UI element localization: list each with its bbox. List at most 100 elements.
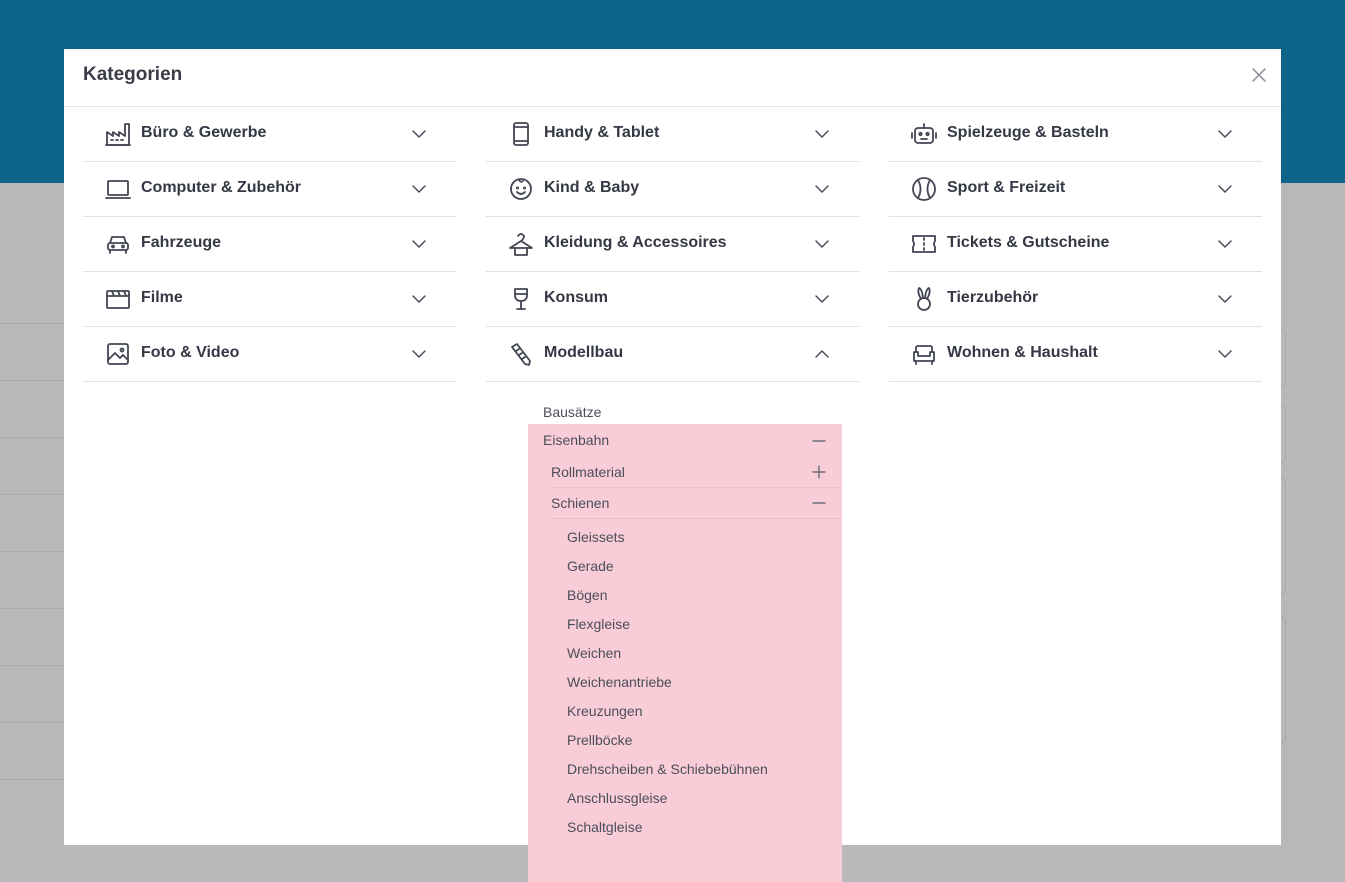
category-tierzubehoer[interactable]: Tierzubehör [889,272,1262,327]
smartphone-icon [508,121,534,147]
category-label: Computer & Zubehör [141,179,301,196]
category-sport-freizeit[interactable]: Sport & Freizeit [889,162,1262,217]
modal-title: Kategorien [83,64,183,85]
background-divider [0,494,64,495]
subcategory-label: Schaltgleise [567,819,643,835]
subcategory-label: Weichen [567,645,622,661]
chevron-down-icon [1217,346,1233,362]
chevron-down-icon [814,181,830,197]
laptop-icon [105,176,131,202]
background-field [1281,330,1286,388]
subcategory-label: Drehscheiben & Schiebebühnen [567,761,768,777]
close-button[interactable] [1249,65,1269,85]
baseball-icon [911,176,937,202]
category-label: Modellbau [544,344,624,361]
category-foto-video[interactable]: Foto & Video [83,327,456,382]
chevron-down-icon [411,291,427,307]
categories-modal: Kategorien Büro & Gewerbe Computer & Zub… [64,49,1281,882]
chevron-up-icon [814,346,830,362]
subcategory-item[interactable]: Bögen [528,581,842,610]
modellbau-subcategories: Bausätze Eisenbahn Rollmaterial Schienen… [528,391,842,882]
background-divider [0,551,64,552]
subcategory-label: Gleissets [567,529,625,545]
background-divider [0,608,64,609]
subcategory-item[interactable]: Prellböcke [528,726,842,755]
subcategory-schienen[interactable]: Schienen [551,488,842,519]
baby-face-icon [508,176,534,202]
background-divider [0,722,64,723]
subcategory-item[interactable]: Gleissets [528,523,842,552]
subcategory-item[interactable]: Anschlussgleise [528,784,842,813]
chevron-down-icon [814,126,830,142]
category-buero-gewerbe[interactable]: Büro & Gewerbe [83,107,456,162]
subcategory-bausaetze[interactable]: Bausätze [528,391,842,424]
chevron-down-icon [411,346,427,362]
category-label: Filme [141,289,183,306]
subcategory-label: Eisenbahn [543,432,610,448]
wine-glass-icon [508,286,534,312]
subcategory-eisenbahn-group: Eisenbahn Rollmaterial Schienen Gleisset… [528,424,842,882]
category-column-3: Spielzeuge & Basteln Sport & Freizeit Ti… [889,107,1262,382]
subcategory-item[interactable]: Weichen [528,639,842,668]
close-icon [1252,68,1266,82]
subcategory-eisenbahn[interactable]: Eisenbahn [528,424,842,457]
chevron-down-icon [411,181,427,197]
chevron-down-icon [411,236,427,252]
category-konsum[interactable]: Konsum [486,272,859,327]
minus-icon[interactable] [812,434,826,448]
category-filme[interactable]: Filme [83,272,456,327]
category-kleidung-accessoires[interactable]: Kleidung & Accessoires [486,217,859,272]
background-divider [0,665,64,666]
subcategory-item[interactable]: Schaltgleise [528,813,842,842]
category-computer-zubehoer[interactable]: Computer & Zubehör [83,162,456,217]
background-divider [0,437,64,438]
subcategory-label: Rollmaterial [551,464,625,480]
background-field [1281,478,1286,594]
ticket-icon [911,231,937,257]
modal-header: Kategorien [64,49,1281,107]
subcategory-label: Kreuzungen [567,703,643,719]
chevron-down-icon [814,236,830,252]
background-divider [0,779,64,780]
plus-icon[interactable] [812,465,826,479]
category-label: Spielzeuge & Basteln [947,124,1109,141]
subcategory-item[interactable]: Drehscheiben & Schiebebühnen [528,755,842,784]
subcategory-label: Bögen [567,587,608,603]
rabbit-icon [911,286,937,312]
category-label: Kind & Baby [544,179,640,196]
category-fahrzeuge[interactable]: Fahrzeuge [83,217,456,272]
subcategory-label: Anschlussgleise [567,790,668,806]
minus-icon[interactable] [812,496,826,510]
category-column-2: Handy & Tablet Kind & Baby Kleidung & Ac… [486,107,859,382]
subcategory-item[interactable]: Weichenantriebe [528,668,842,697]
subcategory-label: Schienen [551,495,610,511]
background-divider [0,380,64,381]
hanger-icon [508,231,534,257]
category-wohnen-haushalt[interactable]: Wohnen & Haushalt [889,327,1262,382]
chevron-down-icon [1217,181,1233,197]
category-column-1: Büro & Gewerbe Computer & Zubehör Fahrze… [83,107,456,382]
chevron-down-icon [1217,291,1233,307]
category-label: Wohnen & Haushalt [947,344,1098,361]
subcategory-rollmaterial[interactable]: Rollmaterial [551,457,842,488]
category-handy-tablet[interactable]: Handy & Tablet [486,107,859,162]
category-modellbau[interactable]: Modellbau [486,327,859,382]
chevron-down-icon [814,291,830,307]
category-kind-baby[interactable]: Kind & Baby [486,162,859,217]
category-label: Tierzubehör [947,289,1039,306]
subcategory-item[interactable]: Kreuzungen [528,697,842,726]
car-icon [105,231,131,257]
ruler-pencil-icon [508,341,534,367]
background-divider [0,323,64,324]
category-tickets-gutscheine[interactable]: Tickets & Gutscheine [889,217,1262,272]
category-spielzeuge-basteln[interactable]: Spielzeuge & Basteln [889,107,1262,162]
subcategory-item[interactable]: Flexgleise [528,610,842,639]
subcategory-item[interactable]: Gerade [528,552,842,581]
category-label: Handy & Tablet [544,124,660,141]
category-label: Foto & Video [141,344,240,361]
category-label: Konsum [544,289,608,306]
robot-icon [911,121,937,147]
category-label: Kleidung & Accessoires [544,234,727,251]
background-field [1281,404,1286,462]
category-label: Büro & Gewerbe [141,124,267,141]
